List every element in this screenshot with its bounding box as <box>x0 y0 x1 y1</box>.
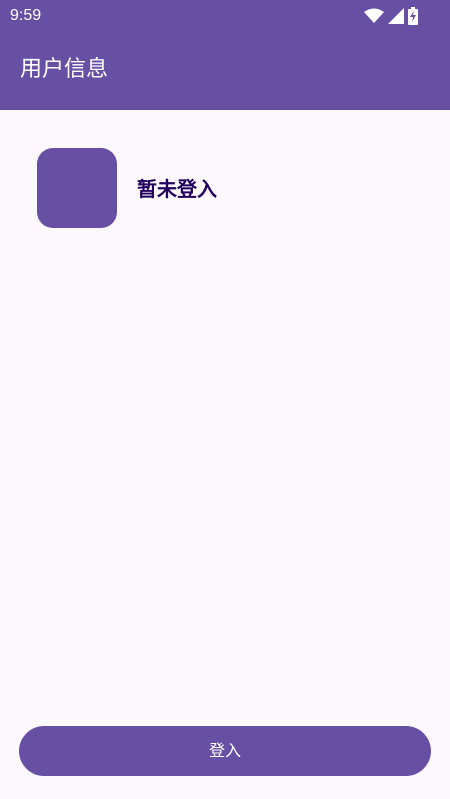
login-button[interactable]: 登入 <box>19 726 431 776</box>
app-bar: 用户信息 <box>0 32 450 110</box>
signal-icon <box>388 8 404 24</box>
main-content: 暂未登入 登入 <box>0 110 450 799</box>
login-status-text: 暂未登入 <box>137 177 217 201</box>
wifi-icon <box>364 8 384 24</box>
page-title: 用户信息 <box>20 57 109 82</box>
avatar <box>37 148 117 228</box>
status-bar: 9:59 <box>0 0 450 32</box>
status-time: 9:59 <box>10 7 42 24</box>
status-icons <box>364 7 418 25</box>
battery-charging-icon <box>408 7 418 25</box>
